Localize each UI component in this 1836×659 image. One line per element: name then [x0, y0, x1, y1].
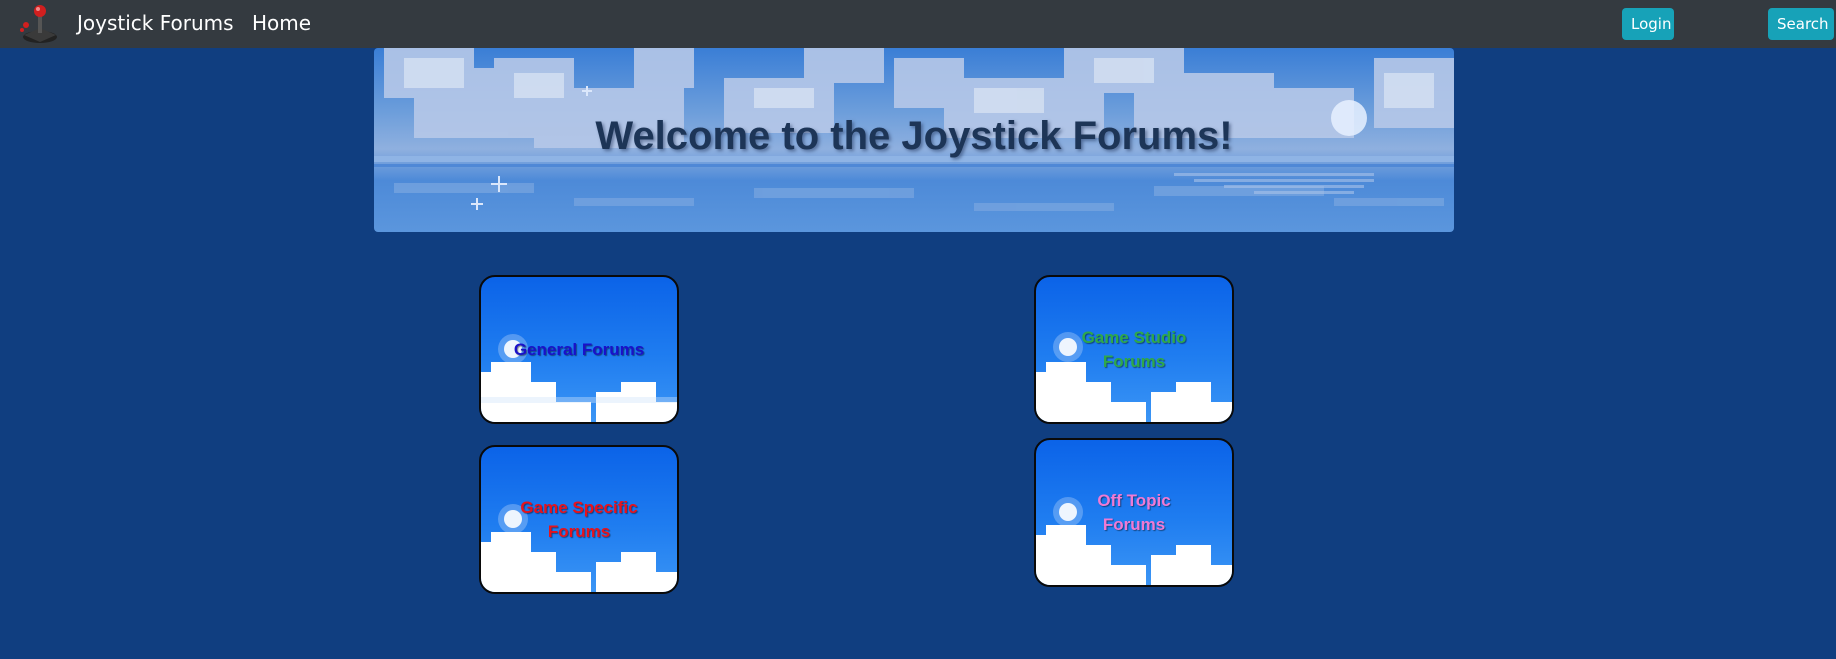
joystick-icon[interactable]: [17, 2, 61, 46]
welcome-banner: Welcome to the Joystick Forums!: [374, 48, 1454, 232]
login-button[interactable]: Login: [1622, 8, 1674, 40]
forum-card-game-studio-text: Game Studio Forums: [1081, 327, 1187, 371]
search-button[interactable]: Search: [1768, 8, 1834, 40]
forum-card-off-topic-label: Off Topic Forums: [1036, 440, 1232, 585]
forum-card-game-specific-text: Game Specific Forums: [520, 497, 638, 541]
forum-card-off-topic[interactable]: Off Topic Forums: [1034, 438, 1234, 587]
forum-card-game-studio-label: Game Studio Forums: [1036, 277, 1232, 422]
forum-card-game-specific-label: Game Specific Forums: [481, 447, 677, 592]
brand-title[interactable]: Joystick Forums: [77, 11, 234, 35]
forum-card-game-specific[interactable]: Game Specific Forums: [479, 445, 679, 594]
nav-home-link[interactable]: Home: [252, 11, 311, 35]
forum-card-off-topic-text: Off Topic Forums: [1097, 490, 1171, 534]
forum-card-general-label: General Forums: [481, 277, 677, 422]
forum-card-general-text: General Forums: [513, 339, 645, 359]
forum-card-general[interactable]: General Forums: [479, 275, 679, 424]
forum-card-game-studio[interactable]: Game Studio Forums: [1034, 275, 1234, 424]
page-title: Welcome to the Joystick Forums!: [595, 114, 1233, 158]
navbar: Joystick Forums Home Login Search: [0, 0, 1836, 48]
